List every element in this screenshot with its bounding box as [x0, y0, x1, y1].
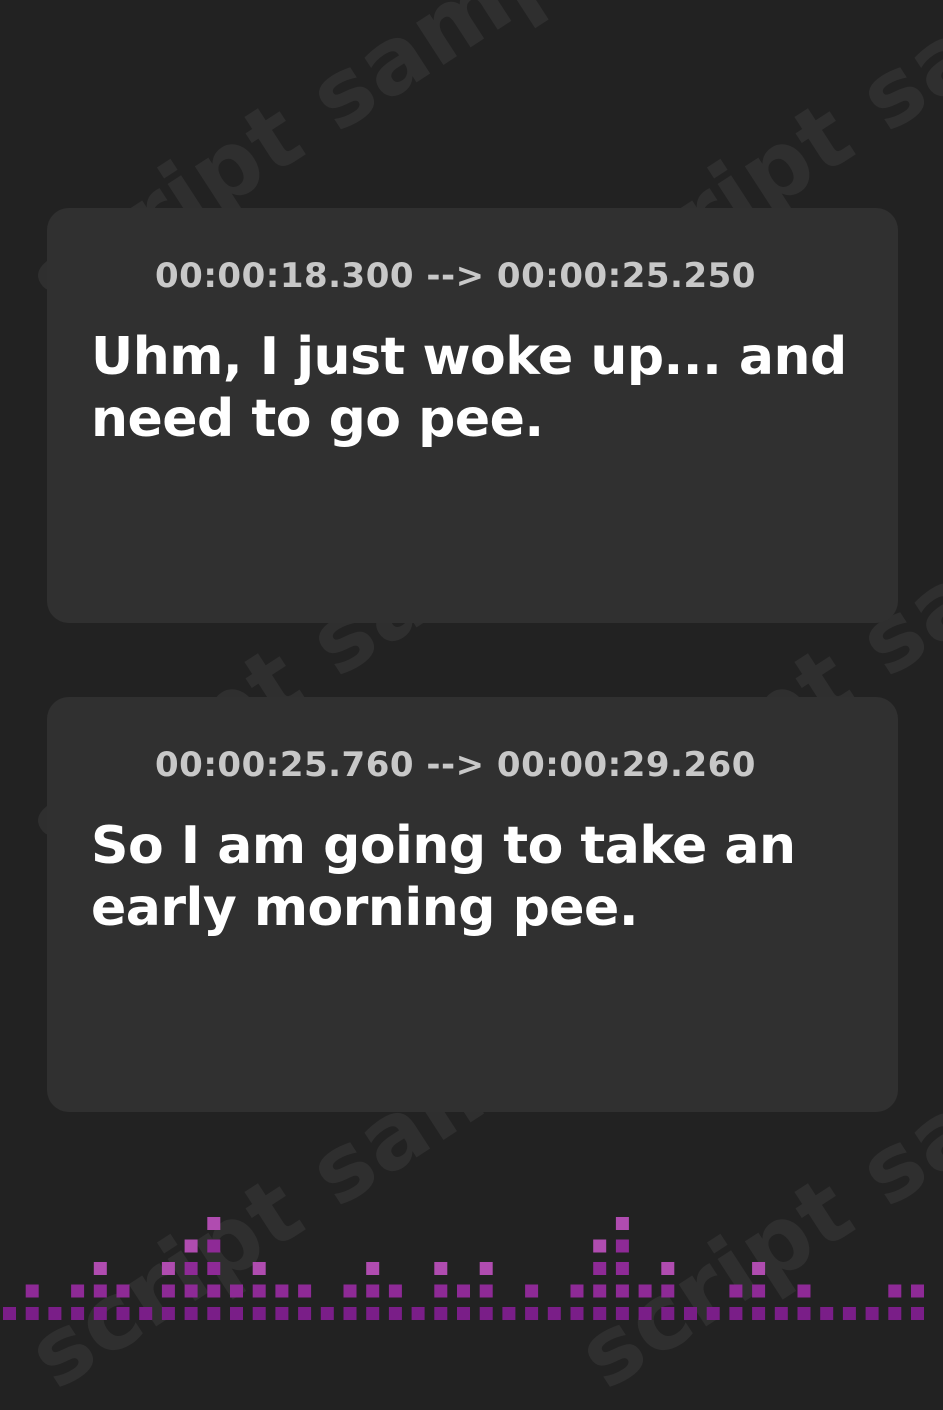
equalizer-cell — [570, 1307, 584, 1320]
equalizer-cell — [93, 1307, 107, 1320]
equalizer-cell — [139, 1307, 153, 1320]
equalizer-cell — [593, 1262, 607, 1275]
equalizer-cell — [252, 1307, 266, 1320]
equalizer-cell — [161, 1284, 175, 1298]
equalizer-cell — [615, 1307, 629, 1320]
equalizer-cell — [457, 1284, 470, 1298]
equalizer-cell — [252, 1262, 266, 1275]
equalizer-cell — [207, 1284, 221, 1298]
equalizer-cell — [366, 1307, 380, 1320]
equalizer-cell — [525, 1284, 539, 1298]
equalizer-cell — [184, 1307, 198, 1320]
equalizer-cell — [298, 1284, 312, 1298]
cue-text: So I am going to take an early morning p… — [91, 816, 796, 938]
equalizer-cell — [298, 1307, 312, 1320]
equalizer-cell — [865, 1307, 879, 1320]
equalizer-cell — [388, 1284, 402, 1298]
equalizer-cell — [752, 1262, 766, 1275]
equalizer-cell — [343, 1284, 357, 1298]
equalizer-cell — [525, 1307, 539, 1320]
equalizer-cell — [820, 1307, 834, 1320]
equalizer-cell — [797, 1284, 811, 1298]
equalizer-cell — [207, 1217, 221, 1230]
cue-timing-row: 00:00:18.300 --> 00:00:25.250 — [89, 254, 756, 298]
equalizer-cell — [93, 1262, 107, 1275]
equalizer-cell — [774, 1307, 788, 1320]
equalizer-cell — [3, 1307, 16, 1320]
cue-timing-row: 00:00:25.760 --> 00:00:29.260 — [89, 743, 756, 787]
cue-text: Uhm, I just woke up... and need to go pe… — [91, 327, 847, 449]
equalizer-cell — [842, 1307, 856, 1320]
equalizer-cell — [479, 1262, 493, 1275]
equalizer-cell — [71, 1307, 85, 1320]
equalizer-cell — [684, 1307, 697, 1320]
audio-waveform-icon — [90, 746, 129, 784]
equalizer-cell — [615, 1262, 629, 1275]
equalizer-cell — [661, 1307, 675, 1320]
equalizer-cell — [434, 1307, 448, 1320]
equalizer-cell — [479, 1284, 493, 1298]
equalizer-cell — [434, 1284, 448, 1298]
equalizer-cell — [615, 1217, 629, 1230]
equalizer-cell — [230, 1284, 243, 1298]
equalizer-cell — [116, 1284, 130, 1298]
equalizer-cell — [911, 1284, 924, 1298]
equalizer-cell — [184, 1284, 198, 1298]
equalizer-cell — [638, 1284, 652, 1298]
equalizer-cell — [661, 1284, 675, 1298]
equalizer-cell — [366, 1262, 380, 1275]
equalizer-cell — [230, 1307, 243, 1320]
equalizer-cell — [502, 1307, 516, 1320]
equalizer-cell — [752, 1284, 766, 1298]
equalizer-cell — [479, 1307, 493, 1320]
equalizer-bars-decoration — [3, 1217, 924, 1320]
equalizer-cell — [71, 1284, 85, 1298]
equalizer-cell — [729, 1284, 743, 1298]
equalizer-cell — [184, 1262, 198, 1275]
equalizer-cell — [207, 1307, 221, 1320]
equalizer-cell — [25, 1307, 39, 1320]
equalizer-cell — [207, 1262, 221, 1275]
equalizer-cell — [729, 1307, 743, 1320]
equalizer-cell — [207, 1239, 221, 1253]
equalizer-cell — [434, 1262, 448, 1275]
equalizer-cell — [661, 1262, 675, 1275]
equalizer-cell — [411, 1307, 425, 1320]
equalizer-cell — [93, 1284, 107, 1298]
cue-timestamp: 00:00:18.300 --> 00:00:25.250 — [155, 256, 756, 296]
equalizer-cell — [366, 1284, 380, 1298]
equalizer-cell — [161, 1307, 175, 1320]
equalizer-cell — [593, 1239, 607, 1253]
equalizer-cell — [638, 1307, 652, 1320]
equalizer-cell — [706, 1307, 720, 1320]
equalizer-cell — [797, 1307, 811, 1320]
subtitle-cue-card: 00:00:25.760 --> 00:00:29.260 So I am go… — [47, 697, 898, 1112]
equalizer-cell — [161, 1262, 175, 1275]
equalizer-cell — [343, 1307, 357, 1320]
equalizer-cell — [593, 1284, 607, 1298]
subtitle-cue-card: 00:00:18.300 --> 00:00:25.250 Uhm, I jus… — [47, 208, 898, 623]
equalizer-cell — [752, 1307, 766, 1320]
audio-waveform-icon — [90, 257, 129, 295]
cue-timestamp: 00:00:25.760 --> 00:00:29.260 — [155, 745, 756, 785]
equalizer-cell — [615, 1284, 629, 1298]
equalizer-cell — [570, 1284, 584, 1298]
equalizer-cell — [457, 1307, 470, 1320]
equalizer-cell — [911, 1307, 924, 1320]
equalizer-cell — [320, 1307, 334, 1320]
equalizer-cell — [25, 1284, 39, 1298]
equalizer-cell — [275, 1307, 289, 1320]
equalizer-cell — [593, 1307, 607, 1320]
equalizer-cell — [547, 1307, 561, 1320]
equalizer-cell — [888, 1307, 902, 1320]
equalizer-cell — [888, 1284, 902, 1298]
equalizer-cell — [116, 1307, 130, 1320]
equalizer-cell — [252, 1284, 266, 1298]
equalizer-cell — [615, 1239, 629, 1253]
equalizer-cell — [275, 1284, 289, 1298]
equalizer-cell — [184, 1239, 198, 1253]
equalizer-cell — [388, 1307, 402, 1320]
equalizer-cell — [48, 1307, 62, 1320]
